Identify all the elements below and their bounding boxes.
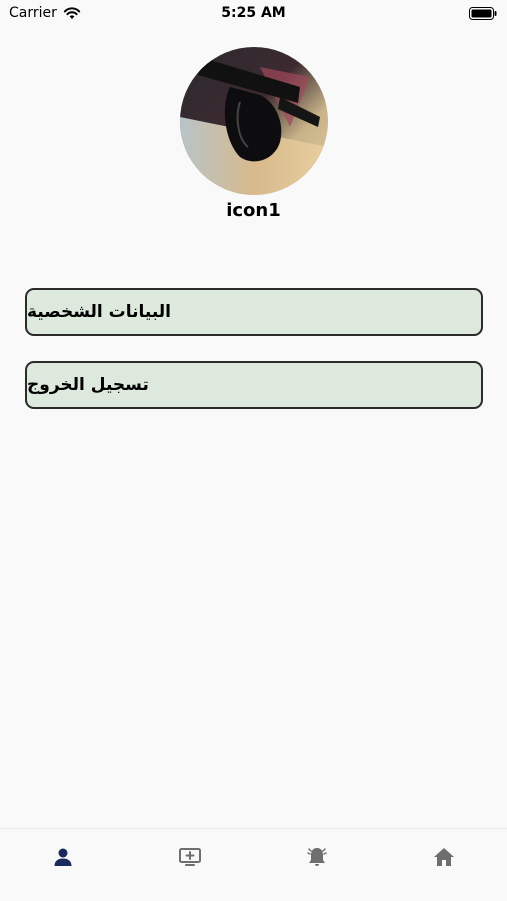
tab-home[interactable] [380,829,507,901]
battery-icon [469,7,497,20]
bell-icon [307,848,327,866]
logout-button[interactable]: تسجيل الخروج [25,361,483,409]
home-icon [433,848,454,866]
logout-label: تسجيل الخروج [27,375,149,395]
add-screen-icon [179,848,202,866]
person-icon [54,848,72,866]
status-time: 5:25 AM [221,5,286,21]
username: icon1 [226,200,281,221]
tab-profile[interactable] [0,829,127,901]
personal-data-button[interactable]: البيانات الشخصية [25,288,483,336]
personal-data-label: البيانات الشخصية [27,302,172,322]
avatar-image [180,47,328,195]
tab-add-screen[interactable] [127,829,254,901]
status-bar: Carrier 5:25 AM [0,0,507,28]
avatar[interactable] [180,47,328,195]
tab-bar [0,828,507,901]
tab-notifications[interactable] [254,829,381,901]
